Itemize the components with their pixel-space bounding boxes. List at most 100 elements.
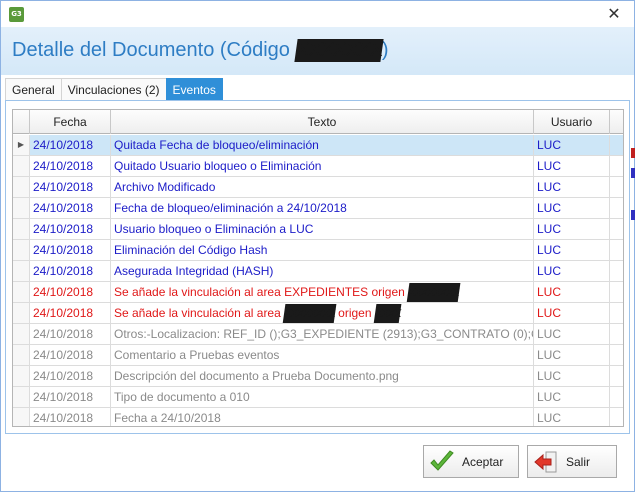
row-indicator <box>13 261 30 281</box>
cell-fecha: 24/10/2018 <box>30 156 111 176</box>
cell-texto-text: Fecha de bloqueo/eliminación a 24/10/201… <box>114 201 347 215</box>
title-prefix: Detalle del Documento (Código <box>12 39 296 61</box>
grid-header: Fecha Texto Usuario <box>13 110 623 134</box>
table-row[interactable]: 24/10/2018 Se añade la vinculación al are… <box>13 282 623 303</box>
cell-texto-text: Usuario bloqueo o Eliminación a LUC <box>114 222 314 236</box>
cell-texto: Otros:-Localizacion: REF_ID ();G3_EXPEDI… <box>111 324 534 344</box>
cell-fecha: 24/10/2018 <box>30 387 111 407</box>
cell-texto-text: Comentario a Pruebas eventos <box>114 348 280 362</box>
redacted-text: XXXX <box>373 304 402 323</box>
row-indicator <box>13 324 30 344</box>
tab-bar: General Vinculaciones (2) Eventos <box>5 78 223 101</box>
row-pointer-icon: ▶ <box>17 140 25 149</box>
cell-texto-text: Archivo Modificado <box>114 180 216 194</box>
cell-fecha: 24/10/2018 <box>30 135 111 155</box>
exit-button-label: Salir <box>566 454 591 469</box>
cell-fecha: 24/10/2018 <box>30 408 111 426</box>
cell-texto-text: Descripción del documento a Prueba Docum… <box>114 369 399 383</box>
grid-rows: ▶ 24/10/2018 Quitada Fecha de bloqueo/elim… <box>13 135 623 426</box>
cell-texto-text: Quitado Usuario bloqueo o Eliminación <box>114 159 322 173</box>
row-indicator <box>13 303 30 323</box>
tab-eventos[interactable]: Eventos <box>165 78 223 101</box>
row-indicator <box>13 219 30 239</box>
edge-marker <box>631 168 635 178</box>
cell-texto: Se añade la vinculación al area EXPEDIEN… <box>111 282 534 302</box>
cell-usuario: LUC <box>534 135 610 155</box>
title-redacted-code: XXXXXXX <box>293 39 384 62</box>
close-button[interactable]: ✕ <box>600 3 628 25</box>
cell-texto: Quitada Fecha de bloqueo/eliminación <box>111 135 534 155</box>
table-row[interactable]: 24/10/2018 Quitado Usuario bloqueo o Elim… <box>13 156 623 177</box>
cell-texto: Fecha a 24/10/2018 <box>111 408 534 426</box>
cell-usuario: LUC <box>534 282 610 302</box>
cell-usuario: LUC <box>534 198 610 218</box>
check-icon <box>430 449 454 471</box>
table-row[interactable]: 24/10/2018 Usuario bloqueo o Eliminación … <box>13 219 623 240</box>
titlebar: G3 ✕ <box>1 1 634 27</box>
page-title: Detalle del Documento (Código XXXXXXX) <box>12 39 389 62</box>
cell-usuario: LUC <box>534 366 610 386</box>
cell-texto: Usuario bloqueo o Eliminación a LUC <box>111 219 534 239</box>
accept-button[interactable]: Aceptar <box>423 445 519 478</box>
edge-marker <box>631 210 635 220</box>
exit-arrow-icon <box>534 451 557 472</box>
table-row[interactable]: 24/10/2018 Archivo Modificado LUC <box>13 177 623 198</box>
cell-fecha: 24/10/2018 <box>30 282 111 302</box>
exit-button[interactable]: Salir <box>527 445 617 478</box>
header-indicator <box>13 110 30 134</box>
cell-fecha: 24/10/2018 <box>30 345 111 365</box>
cell-texto: Descripción del documento a Prueba Docum… <box>111 366 534 386</box>
cell-texto: Se añade la vinculación al area XXXXXXXX… <box>111 303 534 323</box>
table-row[interactable]: 24/10/2018 Otros:-Localizacion: REF_ID ()… <box>13 324 623 345</box>
table-row[interactable]: 24/10/2018 Se añade la vinculación al are… <box>13 303 623 324</box>
column-header-texto[interactable]: Texto <box>111 110 534 134</box>
cell-texto: Comentario a Pruebas eventos <box>111 345 534 365</box>
cell-texto: Archivo Modificado <box>111 177 534 197</box>
events-tab-panel: Fecha Texto Usuario ▶ 24/10/2018 Quitada F… <box>5 100 630 434</box>
row-indicator <box>13 156 30 176</box>
cell-usuario: LUC <box>534 177 610 197</box>
table-row[interactable]: 24/10/2018 Descripción del documento a Pr… <box>13 366 623 387</box>
row-indicator <box>13 366 30 386</box>
row-indicator <box>13 198 30 218</box>
cell-texto-text: Otros:-Localizacion: REF_ID ();G3_EXPEDI… <box>114 327 533 341</box>
cell-texto-text: Fecha a 24/10/2018 <box>114 411 221 425</box>
app-logo-icon: G3 <box>9 7 24 22</box>
cell-usuario: LUC <box>534 219 610 239</box>
table-row[interactable]: 24/10/2018 Tipo de documento a 010 LUC <box>13 387 623 408</box>
cell-usuario: LUC <box>534 240 610 260</box>
column-header-usuario[interactable]: Usuario <box>534 110 610 134</box>
cell-texto: Tipo de documento a 010 <box>111 387 534 407</box>
table-row[interactable]: 24/10/2018 Fecha de bloqueo/eliminación a… <box>13 198 623 219</box>
cell-texto-text: Eliminación del Código Hash <box>114 243 268 257</box>
accept-button-label: Aceptar <box>462 454 504 469</box>
cell-fecha: 24/10/2018 <box>30 324 111 344</box>
tab-general[interactable]: General <box>5 78 62 101</box>
cell-usuario: LUC <box>534 303 610 323</box>
cell-texto: Quitado Usuario bloqueo o Eliminación <box>111 156 534 176</box>
row-indicator <box>13 240 30 260</box>
table-row[interactable]: ▶ 24/10/2018 Quitada Fecha de bloqueo/elim… <box>13 135 623 156</box>
cell-usuario: LUC <box>534 408 610 426</box>
cell-fecha: 24/10/2018 <box>30 240 111 260</box>
table-row[interactable]: 24/10/2018 Fecha a 24/10/2018 LUC <box>13 408 623 426</box>
cell-fecha: 24/10/2018 <box>30 366 111 386</box>
cell-texto-text: Se añade la vinculación al area <box>114 306 285 320</box>
redacted-text: XXXXXXXX <box>282 304 337 323</box>
table-row[interactable]: 24/10/2018 Eliminación del Código Hash LUC <box>13 240 623 261</box>
cell-texto-text: Quitada Fecha de bloqueo/eliminación <box>114 138 319 152</box>
row-indicator: ▶ <box>13 135 30 155</box>
tab-vinculaciones[interactable]: Vinculaciones (2) <box>60 78 167 101</box>
cell-texto: Fecha de bloqueo/eliminación a 24/10/201… <box>111 198 534 218</box>
cell-fecha: 24/10/2018 <box>30 177 111 197</box>
column-header-fecha[interactable]: Fecha <box>30 110 111 134</box>
cell-texto: Eliminación del Código Hash <box>111 240 534 260</box>
cell-texto-text: Se añade la vinculación al area EXPEDIEN… <box>114 285 409 299</box>
table-row[interactable]: 24/10/2018 Asegurada Integridad (HASH) LUC <box>13 261 623 282</box>
cell-texto: Asegurada Integridad (HASH) <box>111 261 534 281</box>
header-band: Detalle del Documento (Código XXXXXXX) <box>1 27 634 75</box>
events-grid: Fecha Texto Usuario ▶ 24/10/2018 Quitada F… <box>12 109 624 427</box>
cell-fecha: 24/10/2018 <box>30 303 111 323</box>
table-row[interactable]: 24/10/2018 Comentario a Pruebas eventos LU… <box>13 345 623 366</box>
redacted-text: XXXXXXXX <box>406 283 461 302</box>
